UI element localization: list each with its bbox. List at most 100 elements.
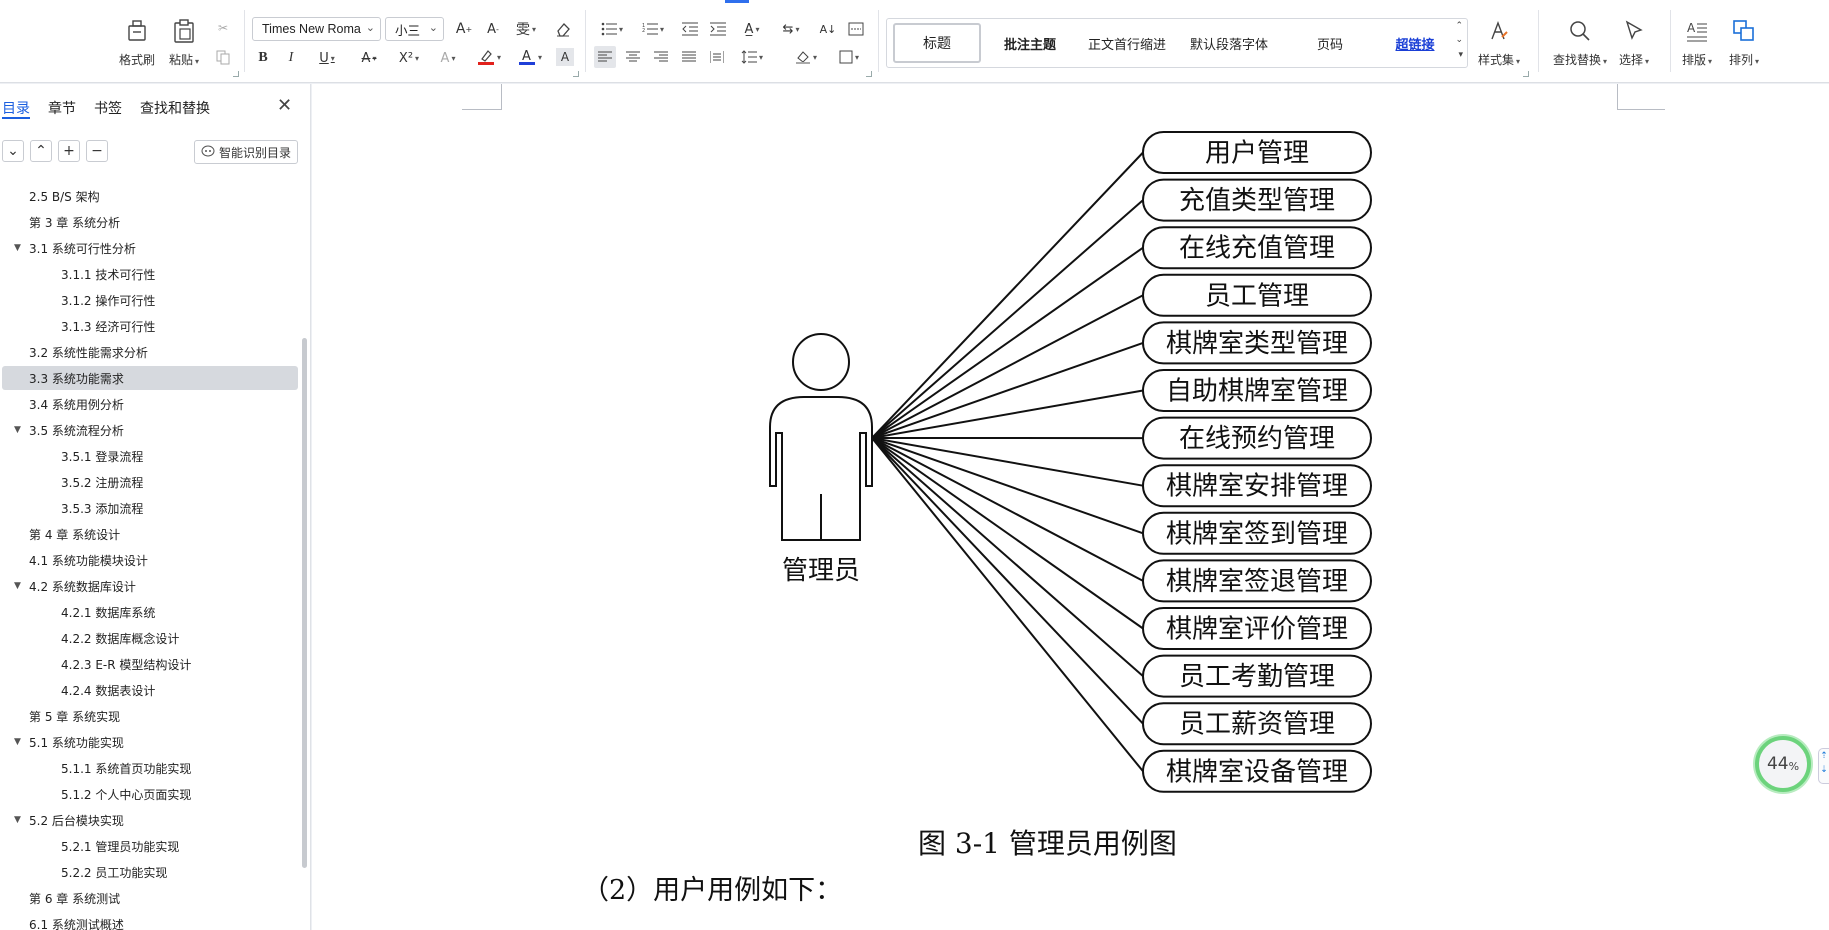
close-icon[interactable]: ✕: [277, 95, 292, 116]
toc-item[interactable]: 第 4 章 系统设计: [2, 522, 298, 546]
toc-item[interactable]: ▼ 3.1 系统可行性分析: [2, 236, 298, 260]
gallery-expand-icon[interactable]: ▾: [1458, 50, 1463, 60]
change-case-icon[interactable]: A̲ ▾: [737, 18, 767, 40]
toc-item[interactable]: 4.2.1 数据库系统: [2, 600, 298, 624]
toc-item[interactable]: 3.3 系统功能需求: [2, 366, 298, 390]
expand-arrow-icon[interactable]: ▼: [14, 243, 21, 253]
font-color-icon[interactable]: A ▾: [513, 46, 547, 68]
toc-item[interactable]: 3.1.2 操作可行性: [2, 288, 298, 312]
text-effect-icon[interactable]: A ▾: [433, 48, 463, 68]
toc-item[interactable]: 3.1.1 技术可行性: [2, 262, 298, 286]
style-title[interactable]: 标题: [893, 23, 981, 63]
expand-arrow-icon[interactable]: ▼: [14, 737, 21, 747]
toc-item[interactable]: 5.1.2 个人中心页面实现: [2, 782, 298, 806]
expand-arrow-icon[interactable]: ▼: [14, 425, 21, 435]
text-direction-icon[interactable]: ⇆ ▾: [776, 18, 806, 40]
clear-format-icon[interactable]: [552, 18, 574, 40]
font-name-select[interactable]: Times New Roma ⌄: [252, 17, 381, 41]
layout-button[interactable]: A 排版 ▾: [1682, 16, 1712, 68]
toc-item[interactable]: 3.5.1 登录流程: [2, 444, 298, 468]
cut-icon[interactable]: ✂: [213, 18, 233, 38]
toc-item[interactable]: 5.2.1 管理员功能实现: [2, 834, 298, 858]
clipboard-group-launcher[interactable]: [233, 71, 239, 77]
increase-indent-icon[interactable]: [707, 18, 729, 40]
toc-item[interactable]: 4.1 系统功能模块设计: [2, 548, 298, 572]
highlight-color-icon[interactable]: ▾: [472, 46, 506, 68]
superscript-icon[interactable]: X² ▾: [392, 48, 426, 68]
toc-item[interactable]: 4.2.2 数据库概念设计: [2, 626, 298, 650]
bullet-list-icon[interactable]: ▾: [597, 18, 627, 40]
underline-icon[interactable]: U ▾: [310, 48, 344, 68]
toc-item[interactable]: 第 5 章 系统实现: [2, 704, 298, 728]
tab-find-replace[interactable]: 查找和替换: [140, 98, 210, 118]
style-first-indent[interactable]: 正文首行缩进: [1077, 19, 1177, 67]
toc-item[interactable]: ▼ 4.2 系统数据库设计: [2, 574, 298, 598]
tab-toc[interactable]: 目录: [2, 98, 30, 118]
char-shading-icon[interactable]: A: [556, 48, 574, 66]
shrink-font-icon[interactable]: A-: [482, 18, 504, 40]
styles-group-launcher[interactable]: [1523, 71, 1529, 77]
find-replace-button[interactable]: 查找替换 ▾: [1553, 16, 1607, 68]
gallery-up-icon[interactable]: ⌃: [1455, 21, 1463, 31]
shading-icon[interactable]: ▾: [790, 46, 822, 68]
format-painter-button[interactable]: 格式刷: [119, 16, 155, 68]
align-right-icon[interactable]: [650, 46, 672, 68]
toc-item[interactable]: 2.5 B/S 架构: [2, 184, 298, 208]
toc-item[interactable]: 第 6 章 系统测试: [2, 886, 298, 910]
grow-font-icon[interactable]: A +: [453, 18, 475, 40]
page-nav-arrows[interactable]: ⇡ ⇣: [1818, 748, 1829, 784]
font-group-launcher[interactable]: [573, 71, 579, 77]
toc-item[interactable]: 4.2.3 E-R 模型结构设计: [2, 652, 298, 676]
align-left-icon[interactable]: [594, 46, 616, 68]
document-canvas[interactable]: 管理员 用户管理 充值类型管理 在线充值管理 员工管理 棋牌室类型管理 自助棋牌室管理 在线…: [312, 84, 1829, 930]
toc-item[interactable]: 5.2.2 员工功能实现: [2, 860, 298, 884]
toc-item[interactable]: 3.5.3 添加流程: [2, 496, 298, 520]
italic-icon[interactable]: I: [281, 48, 301, 68]
select-button[interactable]: 选择 ▾: [1619, 16, 1649, 68]
paste-button[interactable]: 粘贴 ▾: [169, 16, 199, 68]
numbered-list-icon[interactable]: 1 2 ▾: [638, 18, 668, 40]
toc-item[interactable]: 3.1.3 经济可行性: [2, 314, 298, 338]
toc-item[interactable]: ▼ 5.2 后台模块实现: [2, 808, 298, 832]
expand-arrow-icon[interactable]: ▼: [14, 581, 21, 591]
toc-item[interactable]: 3.2 系统性能需求分析: [2, 340, 298, 364]
line-spacing-icon[interactable]: ▾: [736, 46, 768, 68]
smart-toc-button[interactable]: 智能识别目录: [194, 140, 298, 164]
toc-item[interactable]: ▼ 5.1 系统功能实现: [2, 730, 298, 754]
style-set-button[interactable]: 样式集 ▾: [1478, 16, 1520, 68]
phonetic-guide-icon[interactable]: 雯 ▾: [511, 18, 541, 40]
arrange-button[interactable]: 排列 ▾: [1729, 16, 1759, 68]
sidebar-scrollbar[interactable]: [302, 338, 307, 868]
collapse-all-button[interactable]: ⌄: [2, 140, 24, 162]
zoom-indicator[interactable]: 44%: [1755, 736, 1811, 792]
sort-icon[interactable]: A↓: [817, 18, 839, 40]
toc-item[interactable]: 第 3 章 系统分析: [2, 210, 298, 234]
style-comment-theme[interactable]: 批注主题: [987, 19, 1073, 67]
toc-item[interactable]: 3.4 系统用例分析: [2, 392, 298, 416]
distributed-align-icon[interactable]: [706, 46, 728, 68]
decrease-indent-icon[interactable]: [679, 18, 701, 40]
toc-item[interactable]: 6.1 系统测试概述: [2, 912, 298, 930]
toc-item[interactable]: ▼ 3.5 系统流程分析: [2, 418, 298, 442]
style-hyperlink[interactable]: 超链接: [1377, 19, 1453, 67]
style-default-paragraph-font[interactable]: 默认段落字体: [1177, 19, 1281, 67]
borders-icon[interactable]: ▾: [833, 46, 865, 68]
strikethrough-icon[interactable]: A ▾: [354, 48, 384, 68]
font-size-select[interactable]: 小三 ⌄: [385, 17, 444, 41]
bold-icon[interactable]: B: [253, 48, 273, 68]
show-marks-icon[interactable]: [845, 18, 867, 40]
copy-icon[interactable]: [213, 47, 233, 67]
justify-icon[interactable]: [678, 46, 700, 68]
gallery-down-icon[interactable]: ⌄: [1455, 35, 1463, 45]
paragraph-group-launcher[interactable]: [866, 71, 872, 77]
style-page-number[interactable]: 页码: [1287, 19, 1373, 67]
tab-chapters[interactable]: 章节: [48, 98, 76, 118]
add-heading-button[interactable]: +: [58, 140, 80, 162]
tab-bookmarks[interactable]: 书签: [94, 98, 122, 118]
toc-item[interactable]: 4.2.4 数据表设计: [2, 678, 298, 702]
expand-arrow-icon[interactable]: ▼: [14, 815, 21, 825]
remove-heading-button[interactable]: −: [86, 140, 108, 162]
align-center-icon[interactable]: [622, 46, 644, 68]
toc-item[interactable]: 3.5.2 注册流程: [2, 470, 298, 494]
toc-item[interactable]: 5.1.1 系统首页功能实现: [2, 756, 298, 780]
